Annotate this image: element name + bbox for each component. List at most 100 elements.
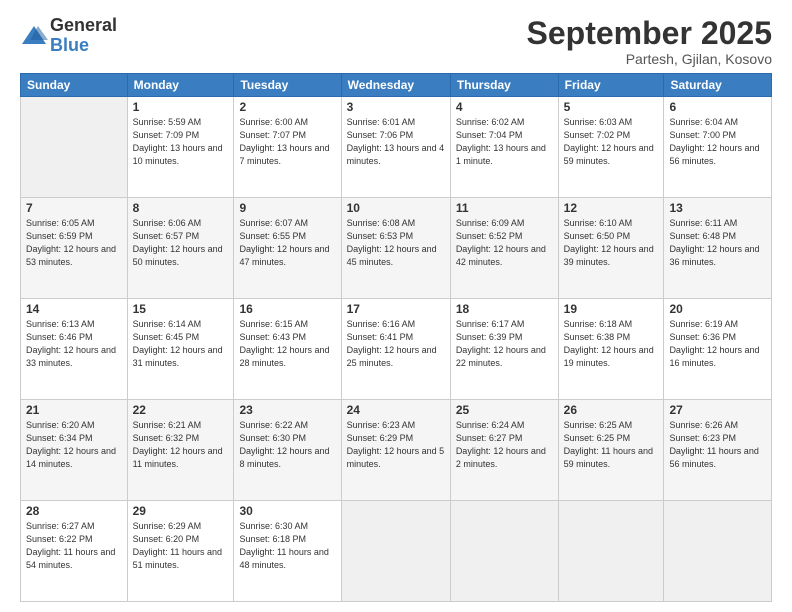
header-day-thursday: Thursday <box>450 74 558 97</box>
day-number: 25 <box>456 403 553 417</box>
day-number: 24 <box>347 403 445 417</box>
calendar-cell <box>21 97 128 198</box>
title-block: September 2025 Partesh, Gjilan, Kosovo <box>527 16 772 67</box>
calendar-cell: 18 Sunrise: 6:17 AMSunset: 6:39 PMDayligh… <box>450 299 558 400</box>
day-info: Sunrise: 6:22 AMSunset: 6:30 PMDaylight:… <box>239 419 335 471</box>
day-info: Sunrise: 6:11 AMSunset: 6:48 PMDaylight:… <box>669 217 766 269</box>
calendar-cell: 14Sunrise: 6:13 AMSunset: 6:46 PMDayligh… <box>21 299 128 400</box>
calendar-cell: 21 Sunrise: 6:20 AMSunset: 6:34 PMDayligh… <box>21 400 128 501</box>
day-info: Sunrise: 6:02 AMSunset: 7:04 PMDaylight:… <box>456 116 553 168</box>
day-info: Sunrise: 6:25 AMSunset: 6:25 PMDaylight:… <box>564 419 659 471</box>
day-info: Sunrise: 6:23 AMSunset: 6:29 PMDaylight:… <box>347 419 445 471</box>
day-info: Sunrise: 6:04 AMSunset: 7:00 PMDaylight:… <box>669 116 766 168</box>
week-row-4: 28 Sunrise: 6:27 AMSunset: 6:22 PMDayligh… <box>21 501 772 602</box>
calendar-cell: 8 Sunrise: 6:06 AMSunset: 6:57 PMDaylight… <box>127 198 234 299</box>
calendar-cell: 24 Sunrise: 6:23 AMSunset: 6:29 PMDayligh… <box>341 400 450 501</box>
day-info: Sunrise: 6:16 AMSunset: 6:41 PMDaylight:… <box>347 318 445 370</box>
calendar-header: SundayMondayTuesdayWednesdayThursdayFrid… <box>21 74 772 97</box>
day-info: Sunrise: 6:15 AMSunset: 6:43 PMDaylight:… <box>239 318 335 370</box>
logo-blue-label: Blue <box>50 36 117 56</box>
day-number: 1 <box>133 100 229 114</box>
day-info: Sunrise: 6:20 AMSunset: 6:34 PMDaylight:… <box>26 419 122 471</box>
calendar-cell <box>341 501 450 602</box>
day-info: Sunrise: 6:05 AMSunset: 6:59 PMDaylight:… <box>26 217 122 269</box>
week-row-2: 14Sunrise: 6:13 AMSunset: 6:46 PMDayligh… <box>21 299 772 400</box>
day-info: Sunrise: 6:08 AMSunset: 6:53 PMDaylight:… <box>347 217 445 269</box>
day-number: 7 <box>26 201 122 215</box>
calendar-cell: 12Sunrise: 6:10 AMSunset: 6:50 PMDayligh… <box>558 198 664 299</box>
calendar-cell: 20Sunrise: 6:19 AMSunset: 6:36 PMDayligh… <box>664 299 772 400</box>
calendar-cell: 10 Sunrise: 6:08 AMSunset: 6:53 PMDayligh… <box>341 198 450 299</box>
day-number: 3 <box>347 100 445 114</box>
day-number: 29 <box>133 504 229 518</box>
calendar-cell: 1 Sunrise: 5:59 AMSunset: 7:09 PMDaylight… <box>127 97 234 198</box>
calendar-cell: 13 Sunrise: 6:11 AMSunset: 6:48 PMDayligh… <box>664 198 772 299</box>
calendar-cell: 7 Sunrise: 6:05 AMSunset: 6:59 PMDaylight… <box>21 198 128 299</box>
calendar-cell: 25 Sunrise: 6:24 AMSunset: 6:27 PMDayligh… <box>450 400 558 501</box>
day-number: 8 <box>133 201 229 215</box>
week-row-0: 1 Sunrise: 5:59 AMSunset: 7:09 PMDaylight… <box>21 97 772 198</box>
day-number: 27 <box>669 403 766 417</box>
day-number: 13 <box>669 201 766 215</box>
day-info: Sunrise: 6:27 AMSunset: 6:22 PMDaylight:… <box>26 520 122 572</box>
day-info: Sunrise: 6:29 AMSunset: 6:20 PMDaylight:… <box>133 520 229 572</box>
header-day-monday: Monday <box>127 74 234 97</box>
logo-general-label: General <box>50 16 117 36</box>
calendar-cell: 9Sunrise: 6:07 AMSunset: 6:55 PMDaylight… <box>234 198 341 299</box>
day-number: 9 <box>239 201 335 215</box>
week-row-1: 7 Sunrise: 6:05 AMSunset: 6:59 PMDaylight… <box>21 198 772 299</box>
day-info: Sunrise: 6:06 AMSunset: 6:57 PMDaylight:… <box>133 217 229 269</box>
day-info: Sunrise: 6:18 AMSunset: 6:38 PMDaylight:… <box>564 318 659 370</box>
logo-icon <box>20 22 48 50</box>
day-number: 11 <box>456 201 553 215</box>
calendar-body: 1 Sunrise: 5:59 AMSunset: 7:09 PMDaylight… <box>21 97 772 602</box>
day-number: 21 <box>26 403 122 417</box>
day-info: Sunrise: 6:17 AMSunset: 6:39 PMDaylight:… <box>456 318 553 370</box>
calendar-cell: 6 Sunrise: 6:04 AMSunset: 7:00 PMDaylight… <box>664 97 772 198</box>
calendar-cell: 17Sunrise: 6:16 AMSunset: 6:41 PMDayligh… <box>341 299 450 400</box>
calendar-cell: 26 Sunrise: 6:25 AMSunset: 6:25 PMDayligh… <box>558 400 664 501</box>
day-number: 6 <box>669 100 766 114</box>
header-day-saturday: Saturday <box>664 74 772 97</box>
calendar-cell: 28 Sunrise: 6:27 AMSunset: 6:22 PMDayligh… <box>21 501 128 602</box>
calendar-cell: 16Sunrise: 6:15 AMSunset: 6:43 PMDayligh… <box>234 299 341 400</box>
calendar-cell: 3 Sunrise: 6:01 AMSunset: 7:06 PMDaylight… <box>341 97 450 198</box>
day-number: 18 <box>456 302 553 316</box>
day-number: 4 <box>456 100 553 114</box>
calendar-cell: 5Sunrise: 6:03 AMSunset: 7:02 PMDaylight… <box>558 97 664 198</box>
day-number: 15 <box>133 302 229 316</box>
header-day-tuesday: Tuesday <box>234 74 341 97</box>
day-number: 10 <box>347 201 445 215</box>
location-label: Partesh, Gjilan, Kosovo <box>527 51 772 67</box>
calendar-cell: 23Sunrise: 6:22 AMSunset: 6:30 PMDayligh… <box>234 400 341 501</box>
page: General Blue September 2025 Partesh, Gji… <box>0 0 792 612</box>
day-info: Sunrise: 6:10 AMSunset: 6:50 PMDaylight:… <box>564 217 659 269</box>
day-number: 22 <box>133 403 229 417</box>
day-info: Sunrise: 6:21 AMSunset: 6:32 PMDaylight:… <box>133 419 229 471</box>
calendar-cell <box>664 501 772 602</box>
month-title: September 2025 <box>527 16 772 51</box>
header: General Blue September 2025 Partesh, Gji… <box>20 16 772 67</box>
day-number: 28 <box>26 504 122 518</box>
header-row: SundayMondayTuesdayWednesdayThursdayFrid… <box>21 74 772 97</box>
calendar-cell: 2 Sunrise: 6:00 AMSunset: 7:07 PMDaylight… <box>234 97 341 198</box>
calendar-table: SundayMondayTuesdayWednesdayThursdayFrid… <box>20 73 772 602</box>
calendar-cell: 19 Sunrise: 6:18 AMSunset: 6:38 PMDayligh… <box>558 299 664 400</box>
calendar-cell <box>450 501 558 602</box>
calendar-cell: 30Sunrise: 6:30 AMSunset: 6:18 PMDayligh… <box>234 501 341 602</box>
day-info: Sunrise: 6:26 AMSunset: 6:23 PMDaylight:… <box>669 419 766 471</box>
header-day-friday: Friday <box>558 74 664 97</box>
logo-text: General Blue <box>50 16 117 56</box>
day-info: Sunrise: 6:24 AMSunset: 6:27 PMDaylight:… <box>456 419 553 471</box>
day-number: 19 <box>564 302 659 316</box>
day-number: 2 <box>239 100 335 114</box>
day-number: 26 <box>564 403 659 417</box>
calendar-cell: 11 Sunrise: 6:09 AMSunset: 6:52 PMDayligh… <box>450 198 558 299</box>
day-info: Sunrise: 6:00 AMSunset: 7:07 PMDaylight:… <box>239 116 335 168</box>
day-info: Sunrise: 5:59 AMSunset: 7:09 PMDaylight:… <box>133 116 229 168</box>
day-info: Sunrise: 6:03 AMSunset: 7:02 PMDaylight:… <box>564 116 659 168</box>
day-info: Sunrise: 6:09 AMSunset: 6:52 PMDaylight:… <box>456 217 553 269</box>
day-info: Sunrise: 6:30 AMSunset: 6:18 PMDaylight:… <box>239 520 335 572</box>
day-info: Sunrise: 6:01 AMSunset: 7:06 PMDaylight:… <box>347 116 445 168</box>
calendar-cell: 4 Sunrise: 6:02 AMSunset: 7:04 PMDaylight… <box>450 97 558 198</box>
